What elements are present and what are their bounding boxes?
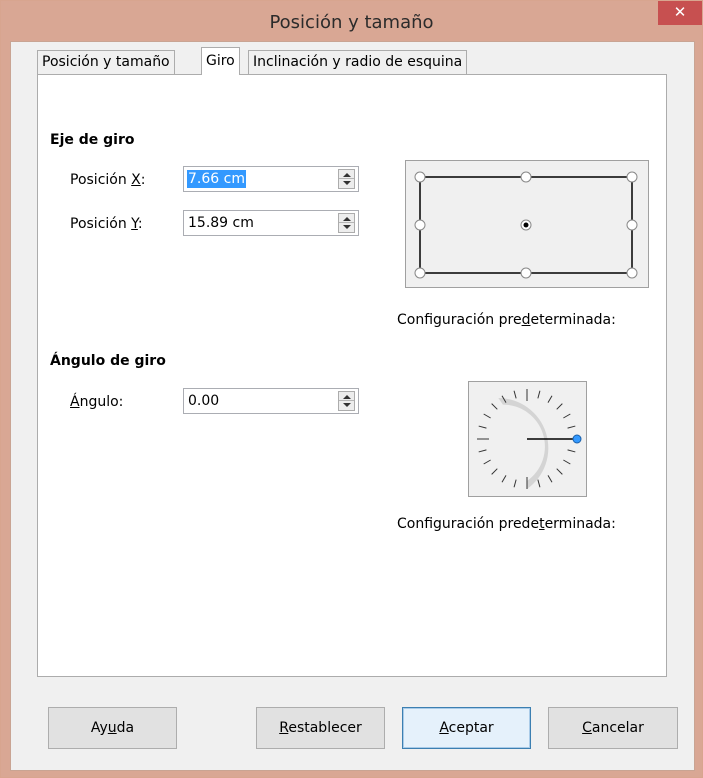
- pos-y-spin-arrows[interactable]: [338, 213, 355, 233]
- tab-inclinacion-radio-esquina[interactable]: Inclinación y radio de esquina: [248, 50, 468, 74]
- section-title-pivot: Eje de giro: [50, 132, 135, 148]
- spin-down-icon[interactable]: [343, 225, 351, 229]
- angle-dial-tick: [567, 425, 576, 429]
- pivot-point-top-center: [520, 171, 532, 183]
- angle-dial-tick: [537, 390, 541, 399]
- close-icon: ✕: [673, 3, 687, 21]
- pivot-point-bottom-right: [626, 267, 638, 279]
- angle-dial-tick: [513, 390, 517, 399]
- angle-dial-tick: [556, 468, 563, 475]
- tab-giro[interactable]: Giro: [201, 47, 240, 75]
- angle-dial-tick: [537, 479, 541, 488]
- spin-up-icon[interactable]: [343, 217, 351, 221]
- pivot-default-settings-label: Configuración predeterminada:: [397, 312, 616, 328]
- section-title-rotation: Ángulo de giro: [50, 353, 166, 369]
- angle-dial-tick: [483, 413, 491, 419]
- pivot-point-bottom-left: [414, 267, 426, 279]
- angle-label: Ángulo:: [70, 394, 124, 410]
- pos-x-spinbox[interactable]: 7.66 cm: [183, 166, 359, 192]
- angle-dial-tick: [567, 449, 576, 453]
- pos-x-spin-arrows[interactable]: [338, 169, 355, 189]
- tab-posicion-y-tamano[interactable]: Posición y tamaño: [37, 50, 175, 74]
- reset-button[interactable]: Restablecer: [256, 707, 385, 749]
- angle-dial-knob: [572, 434, 582, 444]
- angle-dial-tick: [491, 468, 498, 475]
- pos-y-label: Posición Y:: [70, 216, 143, 232]
- angle-spin-arrows[interactable]: [338, 391, 355, 411]
- angle-dial-tick: [547, 475, 553, 483]
- angle-dial-graphic: [477, 389, 582, 489]
- spin-down-icon[interactable]: [343, 181, 351, 185]
- tab-label: Giro: [206, 53, 235, 69]
- angle-dial-tick: [483, 459, 491, 465]
- spin-up-icon[interactable]: [343, 173, 351, 177]
- pivot-point-top-left: [414, 171, 426, 183]
- angle-dial-tick: [563, 413, 571, 419]
- pivot-point-middle-right: [626, 219, 638, 231]
- pivot-grid-graphic: [414, 171, 638, 279]
- help-button[interactable]: Ayuda: [48, 707, 177, 749]
- angle-dial-tick: [563, 459, 571, 465]
- pivot-point-bottom-center: [520, 267, 532, 279]
- pos-x-label: Posición X:: [70, 172, 146, 188]
- ok-button[interactable]: Aceptar: [402, 707, 531, 749]
- pivot-point-top-right: [626, 171, 638, 183]
- angle-dial-tick: [556, 403, 563, 410]
- angle-dial-tick: [501, 475, 507, 483]
- close-button[interactable]: ✕: [658, 1, 702, 25]
- spin-up-icon[interactable]: [343, 395, 351, 399]
- spin-down-icon[interactable]: [343, 403, 351, 407]
- angle-dial-tick: [478, 449, 487, 453]
- pos-y-spinbox[interactable]: 15.89 cm: [183, 210, 359, 236]
- title-bar[interactable]: Posición y tamaño ✕: [1, 1, 702, 41]
- pivot-position-grid[interactable]: [405, 160, 649, 288]
- angle-dial[interactable]: [468, 381, 587, 497]
- angle-dial-tick: [547, 395, 553, 403]
- angle-dial-tick: [491, 403, 498, 410]
- pivot-point-selected-dot: [523, 222, 529, 228]
- rotation-default-settings-label: Configuración predeterminada:: [397, 516, 616, 532]
- cancel-button[interactable]: Cancelar: [548, 707, 678, 749]
- angle-dial-tick: [513, 479, 517, 488]
- window-title: Posición y tamaño: [269, 12, 434, 33]
- tab-label: Posición y tamaño: [42, 54, 170, 70]
- angle-spinbox[interactable]: 0.00: [183, 388, 359, 414]
- pos-x-value[interactable]: 7.66 cm: [187, 170, 246, 188]
- angle-dial-tick: [478, 425, 487, 429]
- angle-value[interactable]: 0.00: [187, 392, 220, 410]
- tab-label: Inclinación y radio de esquina: [253, 54, 463, 70]
- pos-y-value[interactable]: 15.89 cm: [187, 214, 255, 232]
- pivot-point-middle-left: [414, 219, 426, 231]
